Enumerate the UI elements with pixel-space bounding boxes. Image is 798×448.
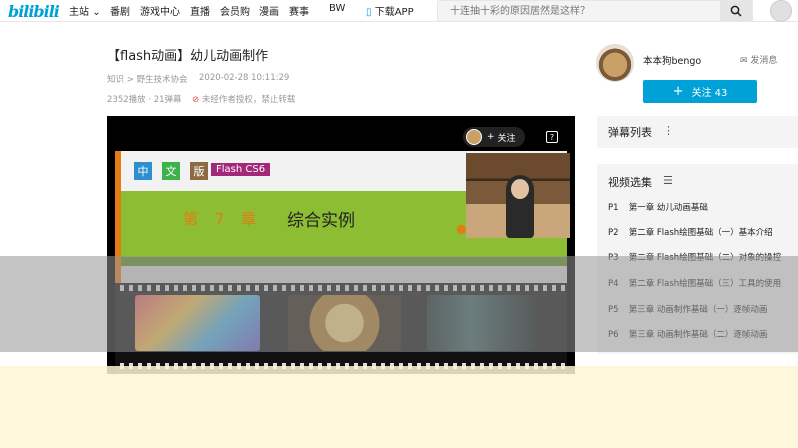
nav-events[interactable]: 赛事 [289,3,309,18]
nav-main[interactable]: 主站 ⌄ [69,3,101,18]
slide-tag-wen: 文 [162,162,180,180]
webcam-overlay [466,153,570,238]
nav-manga[interactable]: 漫画 [259,3,279,18]
player-uploader-avatar[interactable] [466,129,482,145]
copyright-notice: ⊘ 未经作者授权，禁止转载 [192,95,296,105]
slide-green-strip [121,257,567,266]
publish-date: 2020-02-28 10:11:29 [199,73,290,83]
chevron-down-icon: ⌄ [92,7,101,18]
search-button[interactable] [720,1,752,21]
slide-chapter-title: 综合实例 [287,211,355,231]
episode-item[interactable]: P2 第二章 Flash绘图基础（一）基本介绍 [608,226,773,238]
slide-tag-ban: 版 [190,162,208,180]
slide-gray-band [121,266,567,283]
nav-bw[interactable]: BW [329,3,345,14]
breadcrumb[interactable]: 知识 > 野生技术协会 [107,73,188,85]
presenter-face [511,179,529,199]
search-input[interactable] [438,1,718,21]
nav-download-app[interactable]: ▯ 下载APP [366,3,414,18]
nav-game-center[interactable]: 游戏中心 [140,3,180,18]
slide-chapter: 第 7 章 [183,210,263,228]
episode-item[interactable]: P4 第二章 Flash绘图基础（三）工具的使用 [608,277,781,289]
film-image-balloons [135,295,260,351]
user-avatar[interactable] [770,0,792,22]
episode-item[interactable]: P5 第三章 动画制作基础（一）逐帧动画 [608,303,767,315]
danmaku-title: 弹幕列表 [608,126,652,139]
nav-live[interactable]: 直播 [190,3,210,18]
phone-icon: ▯ [366,7,372,18]
video-title: 【flash动画】幼儿动画制作 [107,49,269,64]
episode-list-title: 视频选集 [608,176,652,189]
slide-tag-zhong: 中 [134,162,152,180]
film-perforations [115,363,567,369]
danmaku-panel[interactable]: 弹幕列表 ⋮ [597,116,798,148]
film-image-camera [288,295,401,351]
episode-panel: 视频选集 ☰ P1 第一章 幼儿动画基础 P2 第二章 Flash绘图基础（一）… [597,164,798,354]
video-player[interactable]: 中 文 版 Flash CS6 第 7 章 综合实例 + 关注 ? [107,116,575,374]
plus-icon: + [672,84,684,99]
plus-icon: + [487,132,495,142]
film-strip [115,283,567,374]
search-box [437,0,753,22]
send-message-link[interactable]: ✉ 发消息 [740,53,777,66]
bilibili-logo[interactable]: bilibili [8,2,60,21]
film-image-portrait [427,295,537,351]
uploader-avatar[interactable] [596,44,634,82]
search-icon [730,5,742,17]
episode-item[interactable]: P3 第二章 Flash绘图基础（二）对象的操控 [608,251,781,263]
uploader-name[interactable]: 本本狗bengo [643,53,701,67]
more-vertical-icon[interactable]: ⋮ [663,124,674,137]
slide-software-tag: Flash CS6 [211,163,271,176]
episode-item[interactable]: P6 第三章 动画制作基础（二）逐帧动画 [608,328,767,340]
prohibited-icon: ⊘ [192,95,200,105]
nav-bangumi[interactable]: 番剧 [110,3,130,18]
mail-icon: ✉ [740,56,748,66]
follow-button[interactable]: + 关注 43 [643,80,757,103]
top-nav-bar: bilibili 主站 ⌄ 番剧 游戏中心 直播 会员购 漫画 赛事 BW ▯ … [0,0,798,22]
list-icon[interactable]: ☰ [663,174,673,187]
help-icon[interactable]: ? [546,131,558,143]
episode-item[interactable]: P1 第一章 幼儿动画基础 [608,201,708,213]
film-perforations [115,285,567,291]
play-stats: 2352播放 · 21弹幕 [107,95,182,105]
nav-shop[interactable]: 会员购 [220,3,250,18]
slide-dot [457,225,466,234]
